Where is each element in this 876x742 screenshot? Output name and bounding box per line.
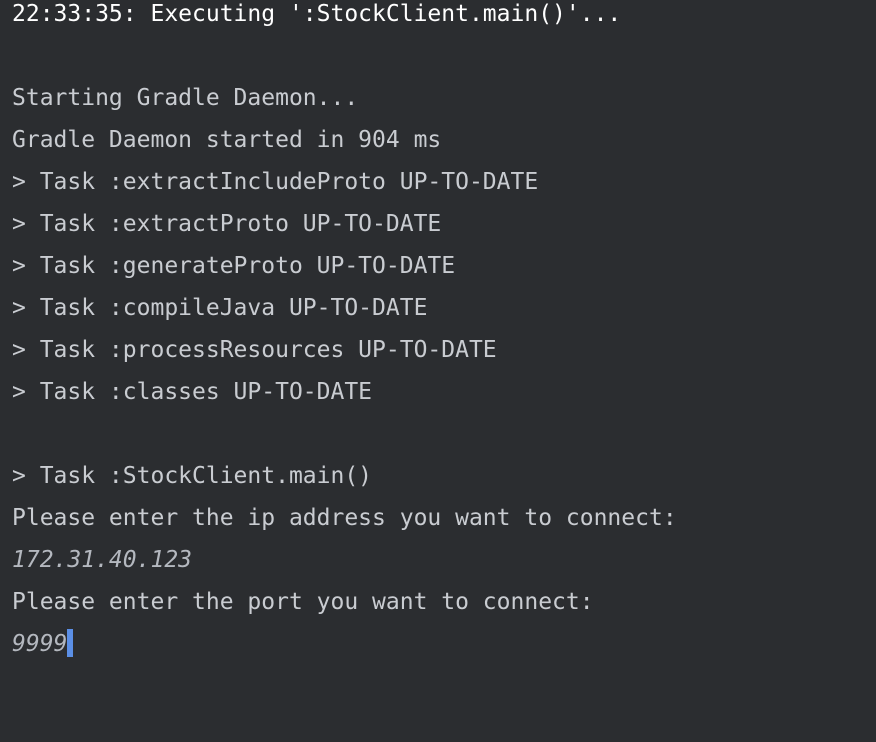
console-line-starting-daemon: Starting Gradle Daemon... bbox=[12, 85, 359, 111]
console-line-task-process-resources: > Task :processResources UP-TO-DATE bbox=[12, 337, 497, 363]
console-header-line: 22:33:35: Executing ':StockClient.main()… bbox=[12, 1, 622, 27]
console-line-task-generate-proto: > Task :generateProto UP-TO-DATE bbox=[12, 253, 456, 279]
console-line-ip-prompt: Please enter the ip address you want to … bbox=[12, 505, 677, 531]
console-line-task-main: > Task :StockClient.main() bbox=[12, 463, 373, 489]
console-line-daemon-started: Gradle Daemon started in 904 ms bbox=[12, 127, 442, 153]
console-line-task-classes: > Task :classes UP-TO-DATE bbox=[12, 379, 373, 405]
console-port-input-text: 9999 bbox=[12, 631, 68, 657]
console-line-task-compile-java: > Task :compileJava UP-TO-DATE bbox=[12, 295, 428, 321]
text-cursor bbox=[67, 628, 74, 657]
console-line-task-extract-include-proto: > Task :extractIncludeProto UP-TO-DATE bbox=[12, 169, 539, 195]
console-ip-input-echo: 172.31.40.123 bbox=[12, 547, 193, 573]
console-line-task-extract-proto: > Task :extractProto UP-TO-DATE bbox=[12, 211, 442, 237]
console-port-input-line[interactable]: 9999 bbox=[12, 623, 868, 665]
console-line-port-prompt: Please enter the port you want to connec… bbox=[12, 589, 594, 615]
run-console-output[interactable]: 22:33:35: Executing ':StockClient.main()… bbox=[12, 0, 868, 665]
